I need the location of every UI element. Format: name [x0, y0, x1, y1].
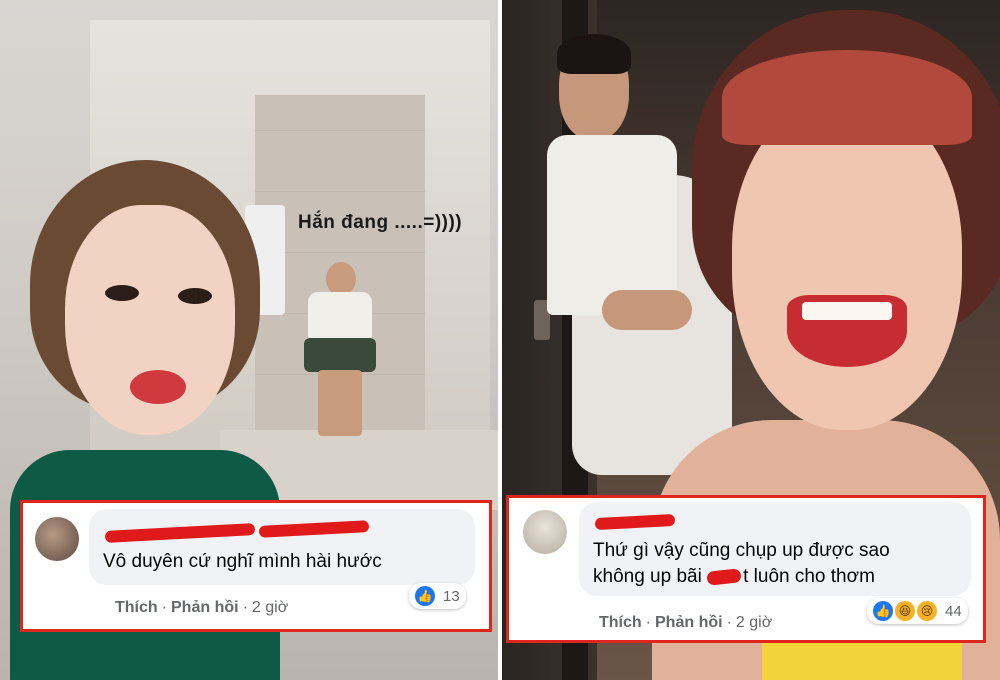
man-shirt [308, 292, 372, 342]
like-icon: 👍 [415, 586, 435, 606]
reaction-summary[interactable]: 👍 13 [409, 583, 466, 609]
reply-link[interactable]: Phản hồi [171, 599, 239, 616]
girl-right-eye [178, 288, 212, 304]
comment-bubble: Thứ gì vậy cũng chụp up được sao không u… [579, 502, 971, 596]
avatar[interactable] [35, 517, 79, 561]
haha-icon: 😆 [895, 601, 915, 621]
comment-line-2-suffix: t luôn cho thơm [743, 566, 875, 587]
girl-face [732, 100, 962, 430]
like-link[interactable]: Thích [599, 614, 642, 631]
like-link[interactable]: Thích [115, 599, 158, 616]
man-shorts [304, 338, 376, 372]
comment-line-2-prefix: không up bãi [593, 566, 702, 587]
man-on-toilet [300, 262, 378, 440]
comment-highlight-left: Vô duyên cứ nghĩ mình hài hước Thích · Phả… [20, 500, 492, 632]
reaction-count: 13 [443, 587, 460, 605]
girl-teeth [802, 302, 892, 320]
like-icon: 👍 [873, 601, 893, 621]
photo-caption: Hắn đang .....=)))) [298, 212, 463, 233]
man-hair [557, 34, 631, 74]
comment-actions: Thích · Phản hồi · 2 giờ [115, 599, 289, 616]
girl-bangs [722, 50, 972, 145]
avatar[interactable] [523, 510, 567, 554]
reaction-summary[interactable]: 👍 😆 😢 44 [867, 598, 968, 624]
comment-time: 2 giờ [735, 614, 773, 631]
comment-highlight-right: Thứ gì vậy cũng chụp up được sao không u… [506, 495, 986, 643]
redacted-name [594, 513, 676, 531]
man-legs [318, 370, 362, 436]
girl-lips [130, 370, 186, 404]
reply-link[interactable]: Phản hồi [655, 614, 723, 631]
redacted-word [706, 568, 742, 586]
sad-icon: 😢 [917, 601, 937, 621]
comment-line-1: Thứ gì vậy cũng chụp up được sao [593, 540, 890, 561]
redacted-name-2 [258, 520, 370, 538]
comment-time: 2 giờ [251, 599, 289, 616]
comment-line-2: không up bãi t luôn cho thơm [593, 566, 875, 588]
man-head [326, 262, 356, 296]
girl-left-eye [105, 285, 139, 301]
comment-bubble: Vô duyên cứ nghĩ mình hài hước [89, 509, 475, 585]
comment-actions: Thích · Phản hồi · 2 giờ [599, 614, 773, 631]
reaction-count: 44 [945, 602, 962, 620]
redacted-name [104, 523, 256, 543]
comment-text: Vô duyên cứ nghĩ mình hài hước [103, 551, 382, 572]
